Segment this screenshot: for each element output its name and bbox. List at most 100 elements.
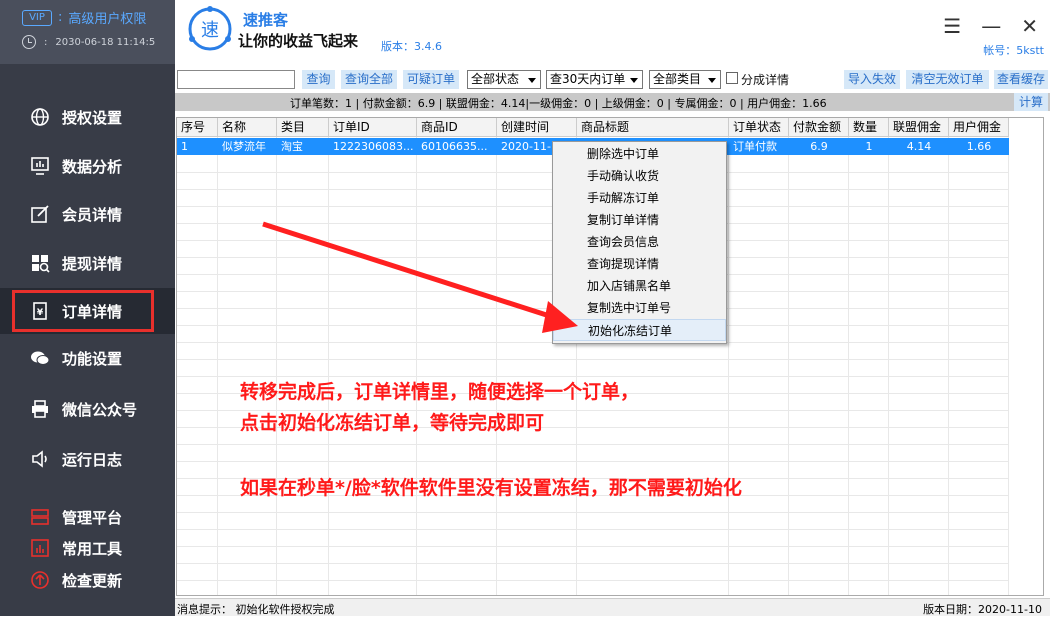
table-cell: 1222306083... [333, 140, 414, 153]
user-level: 高级用户权限 [68, 12, 147, 27]
speaker-icon [30, 449, 50, 469]
datetime: 2030-06-18 11:14:5 [55, 36, 156, 48]
sidebar-item-check-update[interactable]: 检查更新 [0, 557, 175, 603]
menu-item-delete-order[interactable]: 删除选中订单 [553, 143, 726, 165]
annotation-line: 如果在秒单*/脸*软件软件里没有设置冻结，那不需要初始化 [240, 477, 742, 499]
sidebar-item-wechat-official[interactable]: 微信公众号 [0, 386, 175, 432]
table-cell: 60106635... [421, 140, 488, 153]
version-label: 版本：3.4.6 [381, 40, 442, 53]
import-fail-button[interactable]: 导入失效 [844, 70, 900, 89]
user-panel: VIP : 高级用户权限 : 2030-06-18 11:14:5 [0, 0, 175, 64]
column-header[interactable]: 商品标题 [577, 118, 729, 137]
context-menu: 删除选中订单 手动确认收货 手动解冻订单 复制订单详情 查询会员信息 查询提现详… [552, 141, 727, 344]
menu-item-query-withdraw[interactable]: 查询提现详情 [553, 253, 726, 275]
globe-icon [30, 107, 50, 127]
split-detail-checkbox[interactable] [726, 72, 738, 84]
chevron-down-icon [630, 78, 638, 83]
menu-item-unfreeze-order[interactable]: 手动解冻订单 [553, 187, 726, 209]
status-select[interactable]: 全部状态 [467, 70, 541, 89]
menu-item-copy-order-details[interactable]: 复制订单详情 [553, 209, 726, 231]
search-input[interactable] [177, 70, 295, 89]
bar-chart-icon [30, 538, 50, 558]
table-cell: 6.9 [810, 140, 828, 153]
sidebar-item-label: 检查更新 [62, 571, 123, 590]
column-header[interactable]: 订单状态 [729, 118, 789, 137]
sidebar-item-label: 提现详情 [62, 254, 123, 273]
query-all-button[interactable]: 查询全部 [341, 70, 397, 89]
account-label: 帐号：5kstt [983, 44, 1044, 57]
query-button[interactable]: 查询 [302, 70, 335, 89]
column-header[interactable]: 序号 [177, 118, 218, 137]
close-icon[interactable]: ✕ [1021, 14, 1038, 38]
chevron-down-icon [708, 78, 716, 83]
sidebar-item-label: 授权设置 [62, 108, 123, 127]
logo-icon: 速 [187, 6, 233, 52]
sidebar-item-withdraw-details[interactable]: 提现详情 [0, 240, 175, 286]
sidebar-item-label: 功能设置 [62, 349, 123, 368]
sidebar-item-feature-settings[interactable]: 功能设置 [0, 335, 175, 381]
suspicious-orders-button[interactable]: 可疑订单 [403, 70, 459, 89]
table-cell: 1 [865, 140, 873, 153]
status-message: 消息提示： 初始化软件授权完成 [177, 603, 335, 616]
monitor-chart-icon [30, 156, 50, 176]
menu-item-query-member[interactable]: 查询会员信息 [553, 231, 726, 253]
sidebar-item-label: 微信公众号 [62, 400, 138, 419]
menu-item-blacklist-shop[interactable]: 加入店铺黑名单 [553, 275, 726, 297]
column-header[interactable]: 创建时间 [497, 118, 577, 137]
annotation-line: 点击初始化冻结订单，等待完成即可 [240, 412, 545, 434]
sidebar-item-member-details[interactable]: 会员详情 [0, 191, 175, 237]
column-header[interactable]: 付款金额 [789, 118, 849, 137]
range-select[interactable]: 查30天内订单 [546, 70, 643, 89]
column-header[interactable]: 数量 [849, 118, 889, 137]
sidebar-item-run-log[interactable]: 运行日志 [0, 436, 175, 482]
server-icon [30, 507, 50, 527]
table-cell: 淘宝 [281, 140, 303, 153]
status-bar: 消息提示： 初始化软件授权完成 版本日期：2020-11-10 [175, 598, 1050, 616]
minimize-icon[interactable]: — [981, 14, 1001, 38]
table-cell: 似梦流年 [222, 140, 266, 153]
annotation-line: 转移完成后，订单详情里，随便选择一个订单， [240, 381, 640, 403]
split-detail-label: 分成详情 [741, 73, 790, 87]
slogan: 让你的收益飞起来 [238, 32, 359, 50]
column-header[interactable]: 类目 [277, 118, 329, 137]
sidebar-item-auth-settings[interactable]: 授权设置 [0, 94, 175, 140]
sidebar-item-label: 常用工具 [62, 539, 123, 558]
sidebar-item-label: 运行日志 [62, 450, 123, 469]
grid-search-icon [30, 253, 50, 273]
category-select[interactable]: 全部类目 [649, 70, 721, 89]
header: 速 速推客 让你的收益飞起来 版本：3.4.6 ☰ — ✕ 帐号：5kstt [175, 0, 1050, 64]
logo-char: 速 [201, 20, 219, 41]
update-icon [30, 570, 50, 590]
table-cell: 1 [181, 140, 188, 153]
menu-item-copy-order-id[interactable]: 复制选中订单号 [553, 297, 726, 319]
table-cell: 4.14 [906, 140, 932, 153]
menu-item-confirm-receipt[interactable]: 手动确认收货 [553, 165, 726, 187]
column-header[interactable]: 商品ID [417, 118, 497, 137]
highlight-box [12, 290, 154, 332]
clock-icon [22, 35, 36, 49]
clear-invalid-button[interactable]: 清空无效订单 [906, 70, 989, 89]
printer-icon [30, 399, 50, 419]
sidebar-item-label: 会员详情 [62, 205, 123, 224]
table-cell: 订单付款 [733, 140, 777, 153]
toolbar: 查询 查询全部 可疑订单 全部状态 查30天内订单 全部类目 分成详情 导入失效… [175, 68, 1050, 92]
menu-item-init-frozen[interactable]: 初始化冻结订单 [553, 319, 726, 341]
view-cache-button[interactable]: 查看缓存 [994, 70, 1048, 89]
stats-text: 订单笔数：1 | 付款金额：6.9 | 联盟佣金：4.14|一级佣金：0 | 上… [290, 97, 827, 110]
table-cell: 1.66 [966, 140, 992, 153]
calc-button[interactable]: 计算 [1014, 93, 1048, 111]
menu-icon[interactable]: ☰ [943, 14, 961, 38]
brand-name: 速推客 [243, 11, 289, 29]
chevron-down-icon [528, 78, 536, 83]
stats-bar: 订单笔数：1 | 付款金额：6.9 | 联盟佣金：4.14|一级佣金：0 | 上… [175, 93, 1050, 111]
sidebar-item-label: 数据分析 [62, 157, 123, 176]
sidebar-item-data-analysis[interactable]: 数据分析 [0, 143, 175, 189]
column-header[interactable]: 名称 [218, 118, 277, 137]
vip-icon: VIP [22, 9, 52, 26]
version-date: 版本日期：2020-11-10 [923, 603, 1042, 616]
chat-icon [30, 348, 50, 368]
edit-icon [30, 204, 50, 224]
column-header[interactable]: 订单ID [329, 118, 417, 137]
column-header[interactable]: 用户佣金 [949, 118, 1009, 137]
column-header[interactable]: 联盟佣金 [889, 118, 949, 137]
